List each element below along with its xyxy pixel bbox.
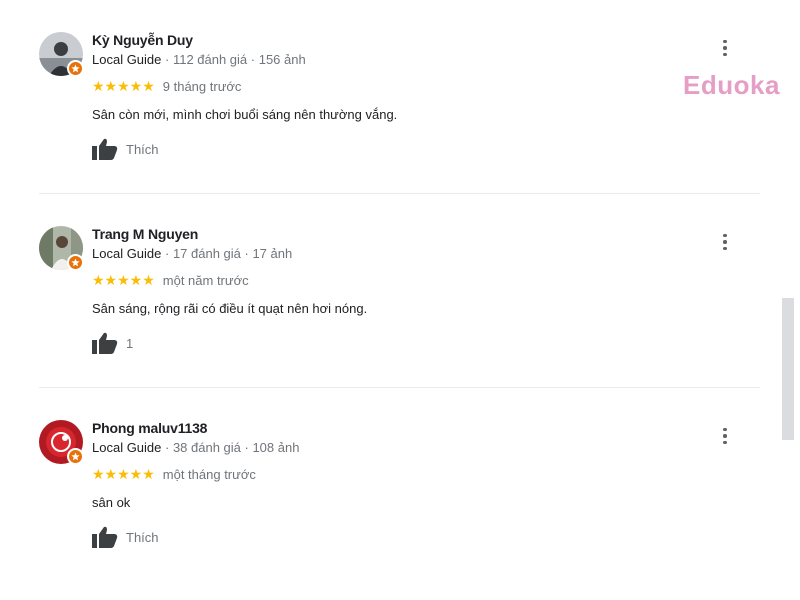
review-text: Sân còn mới, mình chơi buổi sáng nên thư… [92, 107, 398, 122]
review-time: một tháng trước [162, 466, 256, 482]
rating-row: ★★★★★ 9 tháng trước [92, 78, 241, 94]
author-stats: · 38 đánh giá · 108 ảnh [161, 440, 300, 455]
review-item: Phong maluv1138 Local Guide · 38 đánh gi… [0, 420, 800, 570]
like-button[interactable]: Thích [92, 138, 159, 160]
rating-row: ★★★★★ một tháng trước [92, 466, 256, 482]
like-label: Thích [126, 141, 159, 157]
thumb-up-icon [92, 138, 118, 160]
review-item: Trang M Nguyen Local Guide · 17 đánh giá… [0, 226, 800, 376]
local-guide-label: Local Guide [92, 52, 162, 67]
more-vert-icon[interactable] [716, 230, 734, 254]
review-text: sân ok [92, 495, 131, 510]
rating-row: ★★★★★ một năm trước [92, 272, 249, 288]
scrollbar-thumb[interactable] [782, 298, 794, 440]
star-rating-icon: ★★★★★ [92, 272, 155, 288]
author-name[interactable]: Trang M Nguyen [92, 226, 198, 242]
local-guide-label: Local Guide [92, 246, 162, 261]
watermark-logo: Eduoka [683, 70, 780, 100]
review-time: một năm trước [162, 272, 249, 288]
divider [39, 193, 760, 194]
thumb-up-icon [92, 526, 118, 548]
local-guide-badge-icon [67, 254, 84, 271]
avatar[interactable] [39, 420, 84, 465]
local-guide-badge-icon [67, 60, 84, 77]
like-button[interactable]: 1 [92, 332, 133, 354]
like-count: 1 [126, 335, 134, 351]
author-stats: · 17 đánh giá · 17 ảnh [161, 246, 293, 261]
author-meta: Local Guide · 38 đánh giá · 108 ảnh [92, 440, 299, 455]
avatar[interactable] [39, 32, 84, 77]
avatar[interactable] [39, 226, 84, 271]
local-guide-badge-icon [67, 448, 84, 465]
review-item: Kỳ Nguyễn Duy Local Guide · 112 đánh giá… [0, 32, 800, 182]
more-vert-icon[interactable] [716, 424, 734, 448]
review-text: Sân sáng, rộng rãi có điều ít quạt nên h… [92, 301, 368, 316]
review-time: 9 tháng trước [162, 78, 242, 94]
more-vert-icon[interactable] [716, 36, 734, 60]
author-name[interactable]: Phong maluv1138 [92, 420, 207, 436]
author-name[interactable]: Kỳ Nguyễn Duy [92, 32, 193, 48]
author-meta: Local Guide · 112 đánh giá · 156 ảnh [92, 52, 306, 67]
star-rating-icon: ★★★★★ [92, 78, 155, 94]
author-stats: · 112 đánh giá · 156 ảnh [161, 52, 306, 67]
star-rating-icon: ★★★★★ [92, 466, 155, 482]
thumb-up-icon [92, 332, 118, 354]
like-label: Thích [126, 529, 159, 545]
local-guide-label: Local Guide [92, 440, 162, 455]
like-button[interactable]: Thích [92, 526, 159, 548]
author-meta: Local Guide · 17 đánh giá · 17 ảnh [92, 246, 292, 261]
divider [39, 387, 760, 388]
